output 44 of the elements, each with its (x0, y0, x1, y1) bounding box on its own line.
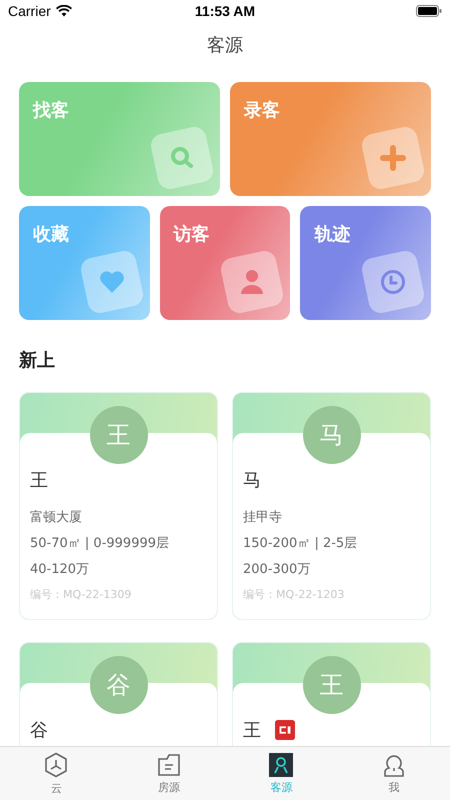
building-text: 挂甲寺 (243, 509, 283, 527)
tile-label: 找客 (33, 99, 69, 122)
user-icon (382, 752, 406, 776)
area-floor-text: 50-70㎡ | 0-999999层 (30, 535, 170, 553)
clock-icon (380, 269, 406, 295)
person-icon (269, 752, 294, 776)
tile-label: 收藏 (33, 223, 69, 246)
search-icon (168, 145, 195, 171)
avatar: 谷 (90, 656, 148, 714)
clock-text: 11:53 AM (194, 3, 256, 19)
carrier-text: Carrier (8, 3, 51, 19)
tile-label: 轨迹 (314, 223, 350, 246)
person-icon (240, 269, 264, 295)
client-name: 王 (243, 719, 261, 742)
plus-icon (380, 145, 406, 171)
shortcut-tile[interactable]: 收藏 (19, 206, 150, 320)
avatar: 马 (302, 406, 360, 464)
document-icon (156, 752, 181, 776)
budget-text: 40-120万 (30, 561, 90, 579)
tab[interactable]: 云 (0, 747, 112, 800)
hexagon-icon (44, 752, 68, 778)
budget-text: 200-300万 (243, 561, 312, 579)
client-name: 马 (243, 469, 261, 492)
avatar: 王 (302, 656, 360, 714)
area-floor-text: 150-200㎡ | 2-5层 (243, 535, 358, 553)
shortcut-tile[interactable]: 轨迹 (300, 206, 431, 320)
client-name: 谷 (30, 719, 48, 742)
page-title: 客源 (207, 34, 243, 57)
heart-icon (98, 270, 125, 294)
tab[interactable]: 房源 (112, 747, 225, 800)
tile-label: 录客 (244, 99, 280, 122)
shortcut-tile[interactable]: 访客 (160, 206, 290, 320)
section-title: 新上 (19, 349, 56, 373)
battery-icon (416, 5, 442, 17)
building-text: 富顿大厦 (30, 509, 83, 527)
wifi-icon (56, 5, 72, 17)
client-card[interactable]: 王 王 (232, 642, 431, 746)
tab[interactable]: 客源 (225, 747, 338, 800)
client-card[interactable]: 谷 谷 (19, 642, 218, 746)
avatar: 王 (90, 406, 148, 464)
shortcut-tile[interactable]: 录客 (230, 82, 431, 196)
client-name: 王 (30, 469, 48, 492)
tile-label: 访客 (174, 223, 210, 246)
tab[interactable]: 我 (338, 747, 450, 800)
